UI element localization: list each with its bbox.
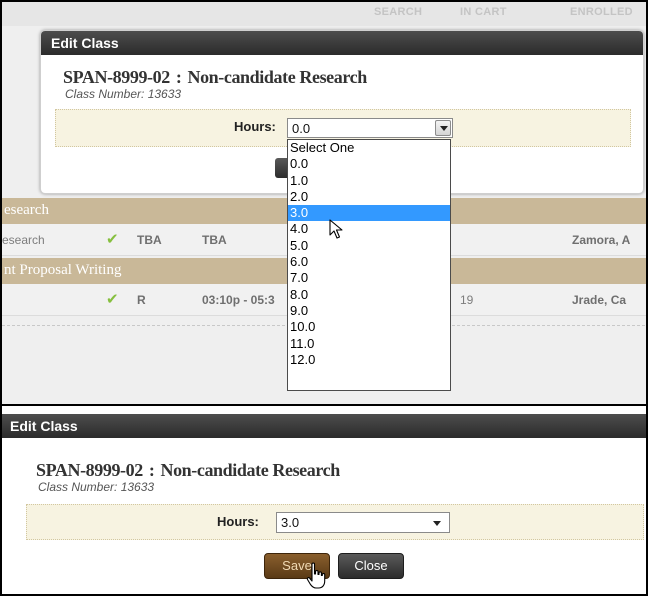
row-days: R — [137, 293, 146, 307]
course-heading: SPAN-8999-02: Non-candidate Research — [63, 67, 367, 88]
course-heading: SPAN-8999-02: Non-candidate Research — [36, 460, 340, 481]
dropdown-option[interactable]: Select One — [288, 140, 450, 156]
hand-cursor-icon — [306, 562, 326, 589]
checkmark-icon: ✔ — [106, 291, 119, 308]
top-screenshot-panel: SEARCH IN CART ENROLLED esearch esearch … — [0, 0, 648, 410]
row-course-name: esearch — [2, 233, 45, 247]
row-instructor: Zamora, A — [572, 233, 631, 247]
hours-label: Hours: — [217, 514, 259, 529]
chevron-down-icon[interactable] — [435, 120, 451, 136]
arrow-cursor-icon — [329, 219, 343, 239]
course-separator: : — [148, 460, 155, 480]
course-code: SPAN-8999-02 — [36, 460, 143, 480]
row-time: TBA — [202, 233, 227, 247]
column-header-in-cart: IN CART — [460, 6, 507, 18]
edit-class-dialog: Edit Class SPAN-8999-02: Non-candidate Re… — [2, 406, 646, 594]
course-title: Non-candidate Research — [160, 460, 340, 480]
dropdown-option[interactable]: 12.0 — [288, 352, 450, 368]
course-title: Non-candidate Research — [187, 67, 367, 87]
course-separator: : — [175, 67, 182, 87]
column-header-enrolled: ENROLLED — [570, 6, 633, 18]
close-button[interactable]: Close — [338, 553, 404, 579]
dropdown-option[interactable]: 2.0 — [288, 189, 450, 205]
checkmark-icon: ✔ — [106, 231, 119, 248]
row-instructor: Jrade, Ca — [572, 293, 627, 307]
dropdown-option[interactable]: 4.0 — [288, 221, 450, 237]
hours-dropdown-list[interactable]: Select One 0.0 1.0 2.0 3.0 4.0 5.0 6.0 7… — [287, 139, 451, 391]
dropdown-option[interactable]: 6.0 — [288, 254, 450, 270]
class-number: Class Number: 13633 — [65, 87, 182, 101]
course-code: SPAN-8999-02 — [63, 67, 170, 87]
dropdown-option[interactable]: 1.0 — [288, 173, 450, 189]
row-time: 03:10p - 05:3 — [202, 293, 275, 307]
dropdown-option-highlighted[interactable]: 3.0 — [288, 205, 450, 222]
dropdown-option[interactable]: 0.0 — [288, 156, 450, 172]
dropdown-option[interactable]: 8.0 — [288, 287, 450, 303]
dialog-titlebar: Edit Class — [2, 414, 646, 438]
dropdown-option[interactable]: 7.0 — [288, 270, 450, 286]
hours-label: Hours: — [234, 119, 276, 134]
dropdown-option[interactable]: 11.0 — [288, 336, 450, 352]
row-days: TBA — [137, 233, 162, 247]
dropdown-option[interactable]: 10.0 — [288, 319, 450, 335]
class-number: Class Number: 13633 — [38, 480, 155, 494]
chevron-down-icon[interactable] — [433, 521, 441, 526]
column-header-search: SEARCH — [374, 6, 423, 18]
row-date: 19 — [460, 293, 474, 307]
hours-select[interactable]: 0.0 — [287, 118, 453, 138]
dialog-titlebar: Edit Class — [41, 31, 643, 55]
bottom-screenshot-panel: Edit Class SPAN-8999-02: Non-candidate Re… — [0, 404, 648, 596]
hours-select-value: 3.0 — [281, 515, 300, 530]
background-header-strip: SEARCH IN CART ENROLLED — [2, 2, 646, 26]
hours-select[interactable]: 3.0 — [276, 512, 450, 533]
hours-select-value: 0.0 — [292, 121, 311, 136]
dropdown-option[interactable]: 9.0 — [288, 303, 450, 319]
dropdown-option[interactable]: 5.0 — [288, 238, 450, 254]
